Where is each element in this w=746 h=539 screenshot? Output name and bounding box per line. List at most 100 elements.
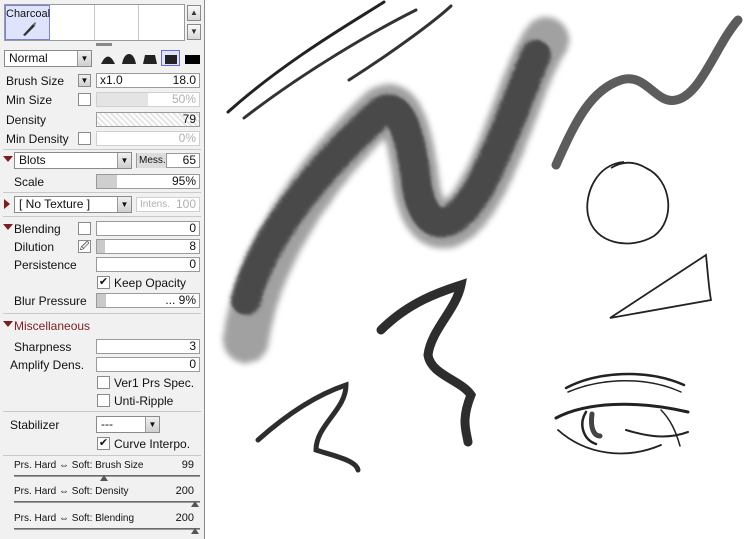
divider [3, 149, 201, 150]
brush-slot-empty[interactable] [139, 5, 184, 40]
resize-grip[interactable] [96, 43, 112, 46]
persistence-slider[interactable]: 0 [96, 257, 200, 272]
curve-interpo-checkbox[interactable]: ✔ [97, 437, 110, 450]
sharpness-label: Sharpness [14, 340, 72, 354]
curve-interpo-label: Curve Interpo. [114, 437, 191, 451]
divider [3, 216, 201, 217]
divider [3, 455, 201, 456]
min-density-label: Min Density [6, 132, 69, 146]
blending-label: Blending [14, 222, 61, 236]
keep-opacity-label: Keep Opacity [114, 276, 187, 290]
brush-shape-select[interactable]: Blots ▼ [14, 152, 132, 169]
dilution-lock-icon[interactable]: 🖉 [78, 240, 91, 253]
amplify-density-slider[interactable]: 0 [96, 357, 200, 372]
amplify-density-value: 0 [189, 357, 196, 371]
blending-slider[interactable]: 0 [96, 221, 200, 236]
expand-arrow-icon[interactable] [4, 199, 10, 209]
ver1-prs-spec-checkbox[interactable] [97, 376, 110, 389]
pressure-label: Prs. Hard ⇔ Soft: Density [14, 486, 129, 497]
sharpness-slider[interactable]: 3 [96, 339, 200, 354]
unti-ripple-label: Unti-Ripple [114, 394, 174, 408]
pressure-track [14, 528, 200, 530]
slider-fill [97, 93, 148, 106]
density-slider[interactable]: 79 [96, 112, 200, 127]
pressure-label: Prs. Hard ⇔ Soft: Brush Size [14, 460, 144, 471]
scroll-up-button[interactable]: ▲ [187, 5, 201, 21]
charcoal-brush-icon [21, 21, 37, 37]
unti-ripple-checkbox[interactable] [97, 394, 110, 407]
mess-label: Mess. [137, 153, 167, 168]
chevron-down-icon: ▼ [77, 51, 91, 66]
drawing-canvas[interactable] [206, 0, 746, 539]
canvas-drawing [223, 0, 743, 473]
blending-value: 0 [189, 221, 196, 235]
blend-mode-select[interactable]: Normal ▼ [4, 50, 92, 67]
min-density-slider[interactable]: 0% [96, 131, 200, 146]
collapse-arrow-icon[interactable] [3, 156, 13, 162]
brush-slot-empty[interactable] [50, 5, 95, 40]
texture-value: [ No Texture ] [19, 197, 91, 211]
eye-sketch [554, 372, 690, 455]
tip-shape-sharp[interactable] [98, 50, 117, 66]
tip-shape-medium[interactable] [119, 50, 138, 66]
brush-slot-charcoal[interactable]: Charcoal [5, 5, 50, 40]
ink-stroke [255, 381, 361, 473]
brush-slot-empty[interactable] [95, 5, 140, 40]
brush-size-label: Brush Size [6, 74, 65, 88]
ink-stroke [376, 278, 477, 447]
texture-select[interactable]: [ No Texture ] ▼ [14, 196, 132, 213]
divider [3, 192, 201, 193]
stabilizer-value: --- [101, 417, 113, 431]
pressure-marker[interactable] [191, 501, 199, 507]
brush-size-multiplier: x1.0 [100, 73, 123, 87]
pressure-value: 200 [175, 512, 194, 524]
slider-fill [97, 175, 117, 188]
blur-pressure-label: Blur Pressure [14, 294, 87, 308]
brush-shape-value: Blots [19, 153, 46, 167]
chevron-down-icon: ▼ [145, 417, 159, 432]
density-value: 79 [182, 112, 196, 126]
pressure-track [14, 501, 200, 503]
pressure-marker[interactable] [191, 528, 199, 534]
min-size-slider[interactable]: 50% [96, 92, 200, 107]
slider-fill [97, 240, 105, 253]
min-size-checkbox[interactable] [78, 93, 91, 106]
pressure-marker[interactable] [100, 475, 108, 481]
circle-sketch [586, 161, 670, 245]
collapse-arrow-icon[interactable] [3, 321, 13, 327]
dilution-slider[interactable]: 8 [96, 239, 200, 254]
tip-shape-square[interactable] [182, 50, 201, 66]
ver1-prs-spec-label: Ver1 Prs Spec. [114, 376, 195, 390]
blending-checkbox[interactable] [78, 222, 91, 235]
texture-intensity-slider[interactable]: Intens. 100 [136, 197, 200, 212]
tip-shape-flat[interactable] [161, 50, 180, 66]
min-size-value: 50% [171, 92, 196, 106]
tool-settings-panel: Charcoal ▲ ▼ Normal ▼ Brush Size ▼ x1.0 … [0, 0, 205, 539]
miscellaneous-label[interactable]: Miscellaneous [14, 319, 90, 333]
keep-opacity-checkbox[interactable]: ✔ [97, 276, 110, 289]
scale-label: Scale [14, 175, 45, 189]
scale-slider[interactable]: 95% [96, 174, 200, 189]
triangle-sketch [609, 253, 713, 319]
pressure-label: Prs. Hard ⇔ Soft: Blending [14, 513, 135, 524]
blur-pressure-slider[interactable]: ... 9% [96, 293, 200, 308]
chevron-down-icon: ▼ [117, 197, 131, 212]
brush-size-multiplier-dropdown[interactable]: ▼ [78, 74, 91, 87]
brush-slot-label: Charcoal [6, 8, 51, 20]
sharpness-value: 3 [189, 339, 196, 353]
divider [3, 313, 201, 314]
mess-slider[interactable]: Mess. 65 [136, 153, 200, 168]
stabilizer-select[interactable]: --- ▼ [96, 416, 160, 433]
pressure-value: 99 [181, 459, 194, 471]
dilution-value: 8 [189, 239, 196, 253]
collapse-arrow-icon[interactable] [3, 224, 13, 230]
min-density-checkbox[interactable] [78, 132, 91, 145]
amplify-density-label: Amplify Dens. [10, 358, 85, 372]
scale-value: 95% [171, 174, 196, 188]
scroll-down-button[interactable]: ▼ [187, 24, 201, 40]
tip-shape-soft[interactable] [140, 50, 159, 66]
brush-size-slider[interactable]: x1.0 18.0 [96, 73, 200, 88]
persistence-value: 0 [189, 257, 196, 271]
brush-tip-shapes [98, 50, 201, 66]
pressure-value: 200 [175, 485, 194, 497]
